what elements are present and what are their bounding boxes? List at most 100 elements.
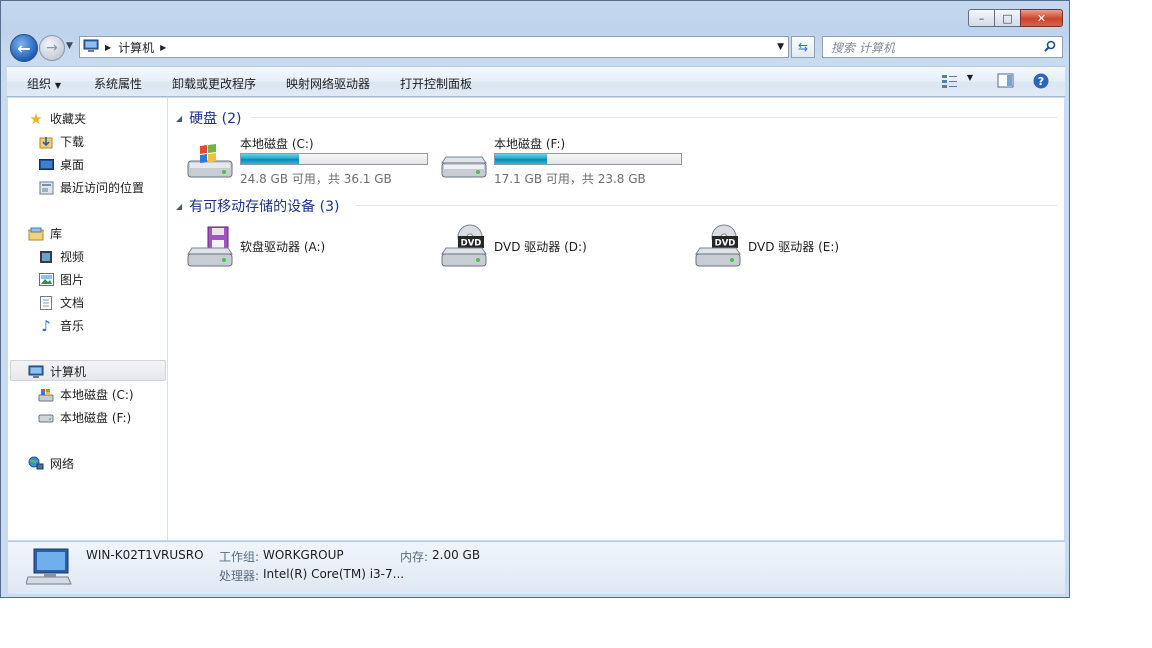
help-icon: ? [1033,73,1049,89]
svg-text:DVD: DVD [715,239,736,249]
drive-usage-bar [240,153,428,165]
drive-usage-bar [494,153,682,165]
breadcrumb-computer[interactable]: 计算机 [118,39,154,56]
music-icon: ♪ [41,316,51,335]
drive-usage-fill [495,154,548,164]
computer-name: WIN-K02T1VRUSRO [86,548,204,562]
recent-places-icon [38,180,54,196]
navigation-pane: ★ 收藏夹 下载 桌面 最近访问的位置 库 视频 图片 文档 ♪ 音乐 计算机 … [8,98,168,540]
memory-label: 内存: [400,550,429,564]
processor-label: 处理器: [219,569,260,583]
breadcrumb-arrow-icon[interactable]: ▶ [105,43,111,52]
dvd-drive-icon: DVD [694,224,742,271]
sidebar-item-recent-places[interactable]: 最近访问的位置 [38,179,144,196]
libraries-icon [28,226,44,242]
drive-icon [440,143,488,182]
drive-usage-fill [241,154,299,164]
documents-icon [38,295,54,311]
chevron-down-icon: ▼ [54,81,61,90]
refresh-icon: ⇆ [797,40,809,54]
preview-pane-button[interactable] [997,73,1014,91]
address-bar[interactable]: ▶ 计算机 ▶ ▼ [79,36,789,58]
content-pane: ◢ 硬盘 (2) 本地磁盘 (C:) 24.8 GB 可用，共 36.1 GB … [168,98,1064,540]
downloads-folder-icon [38,134,54,150]
forward-button[interactable]: → [39,35,65,61]
drive-tile-f[interactable]: 本地磁盘 (F:) 17.1 GB 可用，共 23.8 GB [440,135,690,186]
sidebar-item-downloads[interactable]: 下载 [38,133,84,150]
view-icon [942,75,957,88]
collapse-triangle-icon[interactable]: ◢ [176,202,182,211]
search-placeholder: 搜索 计算机 [831,40,895,55]
explorer-window: – □ ✕ ← → ▼ ▶ 计算机 ▶ ▼ ⇆ 搜索 计算机 组织 ▼ 系统属性… [0,0,1070,598]
drive-name: 本地磁盘 (C:) [240,137,314,151]
device-tile-floppy[interactable]: 软盘驱动器 (A:) [186,224,436,270]
device-tile-dvd-d[interactable]: DVD DVD 驱动器 (D:) [440,224,690,270]
collapse-triangle-icon[interactable]: ◢ [176,114,182,123]
windows-drive-icon [186,143,234,182]
drive-capacity: 17.1 GB 可用，共 23.8 GB [494,172,646,186]
map-network-drive-button[interactable]: 映射网络驱动器 [286,75,370,92]
drive-name: 本地磁盘 (F:) [494,137,566,151]
sidebar-item-computer[interactable]: 计算机 [28,363,86,380]
videos-icon [38,249,54,265]
drive-capacity: 24.8 GB 可用，共 36.1 GB [240,172,392,186]
caption-buttons: – □ ✕ [968,9,1063,27]
sidebar-item-favorites[interactable]: ★ 收藏夹 [28,109,86,128]
pictures-icon [38,272,54,288]
group-header-removable[interactable]: ◢ 有可移动存储的设备 (3) [176,196,339,216]
maximize-button[interactable]: □ [994,9,1021,27]
open-control-panel-button[interactable]: 打开控制面板 [400,75,472,92]
command-bar: 组织 ▼ 系统属性 卸载或更改程序 映射网络驱动器 打开控制面板 ▼ ? [7,66,1065,97]
svg-text:?: ? [1038,75,1044,88]
breadcrumb-arrow-icon[interactable]: ▶ [160,43,166,52]
dvd-drive-icon: DVD [440,224,488,271]
sidebar-item-desktop[interactable]: 桌面 [38,156,84,173]
computer-icon [83,39,99,56]
drive-tile-c[interactable]: 本地磁盘 (C:) 24.8 GB 可用，共 36.1 GB [186,135,436,186]
device-name: DVD 驱动器 (E:) [748,240,840,254]
search-icon[interactable] [1044,40,1056,55]
sidebar-item-drive-f[interactable]: 本地磁盘 (F:) [38,409,131,426]
back-button[interactable]: ← [10,34,38,62]
device-tile-dvd-e[interactable]: DVD DVD 驱动器 (E:) [694,224,944,270]
help-button[interactable]: ? [1033,73,1049,92]
forward-arrow-icon: → [46,40,58,56]
sidebar-item-videos[interactable]: 视频 [38,248,84,265]
sidebar-item-drive-c[interactable]: 本地磁盘 (C:) [38,386,134,403]
svg-text:DVD: DVD [461,239,482,249]
device-name: 软盘驱动器 (A:) [240,240,326,254]
workgroup-label: 工作组: [219,550,260,564]
minimize-button[interactable]: – [968,9,995,27]
refresh-button[interactable]: ⇆ [791,36,815,58]
view-options-button[interactable]: ▼ [941,73,973,92]
drive-icon [38,410,54,426]
computer-icon [28,364,44,380]
floppy-drive-icon [186,226,234,271]
sidebar-item-pictures[interactable]: 图片 [38,271,84,288]
details-pane: WIN-K02T1VRUSRO 工作组: WORKGROUP 内存: 2.00 … [8,541,1065,594]
search-input[interactable]: 搜索 计算机 [822,36,1063,58]
uninstall-programs-button[interactable]: 卸载或更改程序 [172,75,256,92]
network-icon [28,456,44,472]
sidebar-item-music[interactable]: ♪ 音乐 [38,316,84,335]
back-arrow-icon: ← [17,38,31,58]
system-properties-button[interactable]: 系统属性 [94,75,142,92]
windows-drive-icon [38,387,54,403]
group-divider [356,205,1057,206]
group-divider [251,117,1057,118]
address-dropdown-icon[interactable]: ▼ [777,42,784,52]
sidebar-item-network[interactable]: 网络 [28,455,74,472]
star-icon: ★ [29,109,43,128]
recent-pages-dropdown[interactable]: ▼ [66,41,73,51]
close-button[interactable]: ✕ [1020,9,1063,27]
sidebar-item-documents[interactable]: 文档 [38,294,84,311]
group-header-hard-disks[interactable]: ◢ 硬盘 (2) [176,108,241,128]
preview-pane-icon [997,73,1014,88]
chevron-down-icon: ▼ [966,73,973,82]
device-name: DVD 驱动器 (D:) [494,240,587,254]
computer-large-icon [25,547,72,590]
desktop-icon [38,157,54,173]
memory-value: 2.00 GB [432,548,481,562]
sidebar-item-libraries[interactable]: 库 [28,225,62,242]
organize-button[interactable]: 组织 ▼ [27,75,61,92]
